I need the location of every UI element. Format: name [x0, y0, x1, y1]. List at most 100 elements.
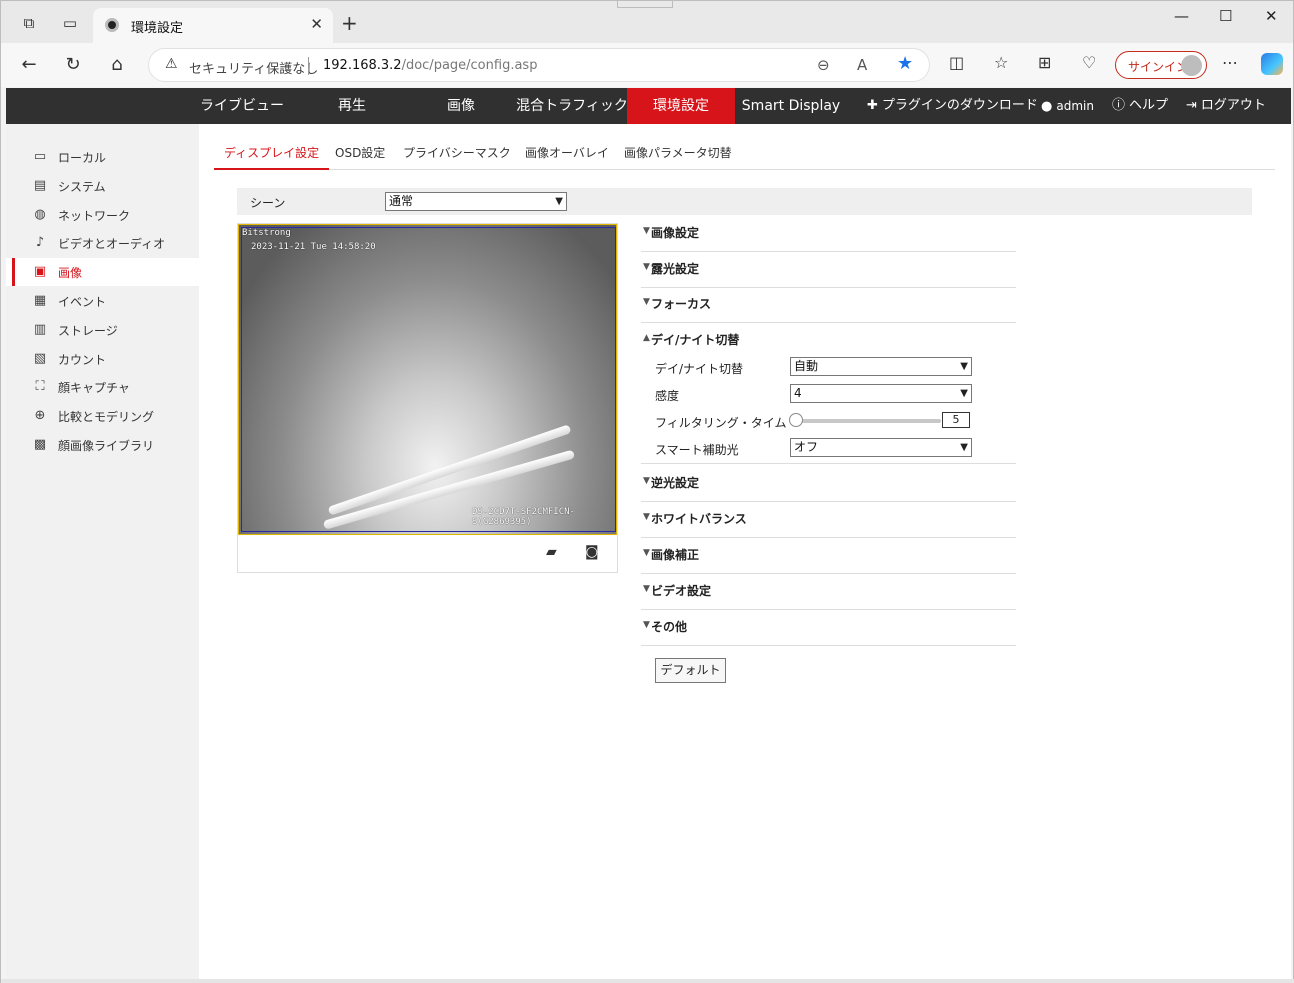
- info-icon: ⓘ: [1112, 98, 1126, 113]
- scene-bar: シーン 通常 ▼: [237, 188, 1252, 215]
- minimize-icon[interactable]: —: [1174, 7, 1189, 25]
- split-screen-icon[interactable]: ◫: [949, 53, 964, 72]
- osd-name: Bitstrong: [242, 228, 291, 238]
- tab-strip: ⧉ ▭ 環境設定 ✕ + — ☐ ✕: [1, 1, 1293, 43]
- browser-tab[interactable]: 環境設定 ✕: [93, 8, 333, 43]
- sidebar-item-compare[interactable]: ⊕ 比較とモデリング: [6, 402, 199, 430]
- section-backlight[interactable]: ▼ 逆光設定: [641, 466, 1016, 502]
- nav-smart-display[interactable]: Smart Display: [736, 88, 846, 124]
- record-icon[interactable]: ▰: [546, 544, 557, 560]
- chevron-down-icon: ▼: [643, 512, 650, 522]
- snapshot-camera-icon[interactable]: ◙: [585, 544, 599, 560]
- section-focus[interactable]: ▼ フォーカス: [641, 287, 1016, 323]
- sidebar-item-storage[interactable]: ▥ ストレージ: [6, 316, 199, 344]
- plugin-download-link[interactable]: ✚ プラグインのダウンロード: [867, 88, 1038, 124]
- tab-osd-settings[interactable]: OSD設定: [335, 144, 385, 170]
- video-frame: [241, 227, 616, 532]
- sub-tabs: ディスプレイ設定 OSD設定 プライバシーマスク 画像オーバレイ 画像パラメータ…: [214, 138, 1275, 170]
- close-tab-icon[interactable]: ✕: [310, 15, 323, 33]
- tab-image-overlay[interactable]: 画像オーバレイ: [525, 144, 609, 170]
- tab-image-parameter-switch[interactable]: 画像パラメータ切替: [624, 144, 732, 170]
- refresh-icon[interactable]: ↻: [61, 53, 85, 77]
- smart-ir-select[interactable]: オフ ▼: [790, 438, 972, 457]
- user-icon: ●: [1041, 99, 1053, 114]
- section-other[interactable]: ▼ その他: [641, 610, 1016, 646]
- close-window-icon[interactable]: ✕: [1265, 7, 1278, 25]
- tab-display-settings[interactable]: ディスプレイ設定: [214, 144, 330, 170]
- chevron-down-icon: ▼: [643, 584, 650, 594]
- monitor-icon: ▭: [33, 149, 47, 164]
- section-image-settings[interactable]: ▼ 画像設定: [641, 216, 1016, 252]
- sidebar-item-network[interactable]: ◍ ネットワーク: [6, 201, 199, 229]
- nav-mixed-traffic[interactable]: 混合トラフィック: [516, 88, 628, 124]
- chevron-down-icon: ▼: [643, 226, 650, 236]
- browser-window: ⧉ ▭ 環境設定 ✕ + — ☐ ✕ ← ↻ ⌂ ⚠ セキュリティ保護なし 19…: [0, 0, 1294, 983]
- sidebar-item-face-library[interactable]: ▩ 顔画像ライブラリ: [6, 431, 199, 459]
- new-tab-icon[interactable]: +: [341, 11, 358, 35]
- tab-privacy-mask[interactable]: プライバシーマスク: [403, 144, 511, 170]
- zoom-icon[interactable]: ⊖: [817, 56, 830, 74]
- sidebar-item-image[interactable]: ▣ 画像: [6, 258, 199, 286]
- section-white-balance[interactable]: ▼ ホワイトバランス: [641, 502, 1016, 538]
- home-icon[interactable]: ⌂: [105, 53, 129, 77]
- help-link[interactable]: ⓘ ヘルプ: [1112, 88, 1168, 124]
- filter-time-slider[interactable]: [796, 419, 941, 423]
- filter-time-slider-handle[interactable]: [789, 413, 803, 427]
- count-icon: ▧: [33, 351, 47, 366]
- sidebar-item-count[interactable]: ▧ カウント: [6, 345, 199, 373]
- copilot-icon[interactable]: [1261, 53, 1283, 75]
- sidebar-item-local[interactable]: ▭ ローカル: [6, 143, 199, 171]
- address-row: ← ↻ ⌂ ⚠ セキュリティ保護なし 192.168.3.2/doc/page/…: [1, 43, 1293, 94]
- window-bottom-edge: [1, 979, 1294, 983]
- camera-video[interactable]: Bitstrong 2023-11-21 Tue 14:58:20 DS-2CD…: [238, 224, 617, 535]
- signin-label: サインイン: [1128, 60, 1189, 74]
- signin-button[interactable]: サインイン: [1115, 51, 1207, 79]
- warning-icon[interactable]: ⚠: [165, 56, 178, 72]
- chevron-down-icon: ▼: [643, 548, 650, 558]
- filter-time-input[interactable]: 5: [942, 412, 970, 428]
- section-image-enhancement[interactable]: ▼ 画像補正: [641, 538, 1016, 574]
- nav-playback[interactable]: 再生: [298, 88, 406, 124]
- sidebar-item-video-audio[interactable]: ♪ ビデオとオーディオ: [6, 229, 199, 257]
- chevron-down-icon: ▼: [643, 262, 650, 272]
- chevron-down-icon: ▼: [555, 196, 563, 207]
- read-aloud-icon[interactable]: A: [857, 56, 867, 74]
- sidebar-item-face-capture[interactable]: ⛶ 顔キャプチャ: [6, 373, 199, 401]
- vertical-tabs-icon[interactable]: ▭: [60, 13, 80, 33]
- nav-configuration[interactable]: 環境設定: [627, 88, 735, 124]
- section-video-settings[interactable]: ▼ ビデオ設定: [641, 574, 1016, 610]
- favorite-star-icon[interactable]: ★: [897, 53, 913, 74]
- address-bar[interactable]: ⚠ セキュリティ保護なし 192.168.3.2/doc/page/config…: [148, 48, 930, 94]
- chevron-down-icon: ▼: [960, 388, 968, 399]
- web-page: ライブビュー 再生 画像 混合トラフィック 環境設定 Smart Display…: [6, 88, 1291, 979]
- more-menu-icon[interactable]: ⋯: [1222, 53, 1238, 72]
- day-night-select[interactable]: 自動 ▼: [790, 357, 972, 376]
- section-exposure[interactable]: ▼ 露光設定: [641, 252, 1016, 288]
- compare-icon: ⊕: [34, 408, 46, 423]
- collections-icon[interactable]: ⊞: [1038, 53, 1051, 72]
- nav-picture[interactable]: 画像: [407, 88, 515, 124]
- scene-select[interactable]: 通常 ▼: [385, 192, 567, 211]
- logout-link[interactable]: ⇥ ログアウト: [1186, 88, 1266, 124]
- live-preview: Bitstrong 2023-11-21 Tue 14:58:20 DS-2CD…: [237, 223, 618, 573]
- user-menu[interactable]: ● admin: [1041, 88, 1094, 124]
- sidebar-item-system[interactable]: ▤ システム: [6, 172, 199, 200]
- maximize-icon[interactable]: ☐: [1219, 7, 1232, 25]
- camera-favicon-icon: [105, 18, 119, 32]
- default-button[interactable]: デフォルト: [655, 658, 726, 683]
- window-drag-handle[interactable]: [617, 1, 673, 8]
- image-icon: ▣: [33, 264, 47, 279]
- system-icon: ▤: [33, 178, 47, 193]
- sidebar-item-event[interactable]: ▦ イベント: [6, 287, 199, 315]
- section-day-night[interactable]: ▲ デイ/ナイト切替: [641, 323, 1016, 353]
- workspaces-icon[interactable]: ⧉: [19, 13, 39, 33]
- video-controls: ▰ ◙: [238, 535, 617, 572]
- favorites-icon[interactable]: ☆: [994, 53, 1008, 72]
- sensitivity-select[interactable]: 4 ▼: [790, 384, 972, 403]
- browser-essentials-icon[interactable]: ♡: [1082, 53, 1096, 72]
- row-day-night-switch: デイ/ナイト切替 自動 ▼: [641, 354, 1016, 381]
- url-text[interactable]: 192.168.3.2/doc/page/config.asp: [323, 58, 537, 73]
- back-icon[interactable]: ←: [17, 53, 41, 77]
- logout-icon: ⇥: [1186, 98, 1197, 113]
- nav-live-view[interactable]: ライブビュー: [188, 88, 296, 124]
